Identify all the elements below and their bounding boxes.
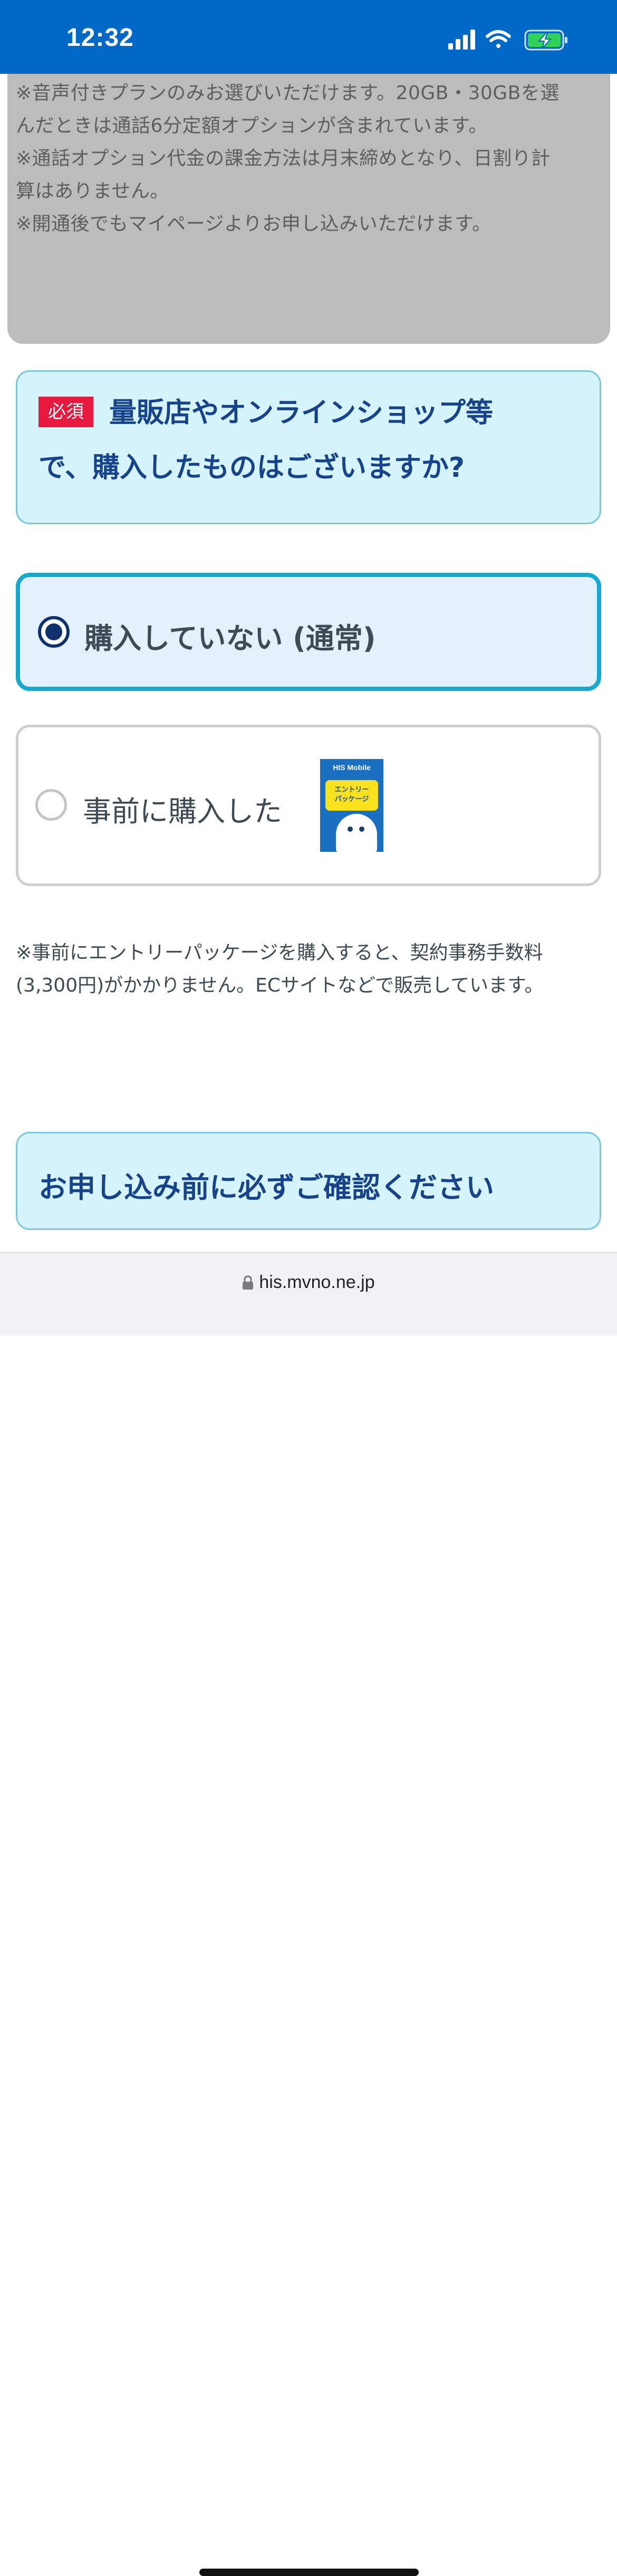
notes-line: ※開通後でもマイページよりお申し込みいただけます。 [16, 213, 491, 235]
radio-selected[interactable] [38, 616, 70, 648]
entry-package-note: ※事前にエントリーパッケージを購入すると、契約事務手数料 (3,300円)がかか… [16, 942, 544, 996]
mascot-illustration [336, 814, 377, 852]
browser-url-bar[interactable]: his.mvno.ne.jp [0, 1252, 617, 2576]
option-label: 事前に購入した [83, 795, 282, 828]
signal-icon [448, 30, 475, 50]
confirm-label: お申し込み前に必ずご確認ください [38, 1171, 494, 1204]
package-label: エントリー パッケージ [325, 780, 378, 811]
home-indicator[interactable] [199, 2569, 419, 2576]
url-display[interactable]: his.mvno.ne.jp [0, 1272, 617, 1295]
option-label: 購入していない (通常) [84, 622, 376, 655]
notes-line: ※通話オプション代金の課金方法は月末締めとなり、日割り計 [16, 148, 551, 169]
question-line-2: で、購入したものはございますか? [38, 452, 465, 484]
option-pre-purchased[interactable]: 事前に購入した HIS Mobile エントリー パッケージ [16, 725, 601, 886]
lock-icon [242, 1274, 254, 1295]
notes-line: 算はありません。 [16, 180, 169, 202]
notes-line: んだときは通話6分定額オプションが含まれています。 [16, 115, 488, 137]
radio-unselected[interactable] [35, 789, 67, 821]
package-brand: HIS Mobile [333, 763, 371, 772]
confirm-before-apply-button[interactable]: お申し込み前に必ずご確認ください [16, 1132, 601, 1230]
notes-panel: ※音声付きプランのみお選びいただけます。20GB・30GBを選 んだときは通話6… [7, 74, 610, 344]
status-time: 12:32 [66, 24, 134, 52]
required-badge: 必須 [38, 397, 93, 427]
wifi-icon [486, 30, 511, 48]
url-text: his.mvno.ne.jp [259, 1272, 375, 1292]
battery-charging-icon [524, 30, 567, 51]
question-heading: 必須 量販店やオンラインショップ等 で、購入したものはございますか? [38, 386, 581, 495]
status-icons [448, 28, 575, 52]
question-line-1: 量販店やオンラインショップ等 [109, 397, 494, 429]
notes-line: ※音声付きプランのみお選びいただけます。20GB・30GBを選 [16, 82, 560, 104]
status-bar: 12:32 [0, 0, 617, 74]
entry-package-image: HIS Mobile エントリー パッケージ [320, 759, 383, 852]
option-not-purchased[interactable]: 購入していない (通常) [16, 573, 601, 691]
question-box: 必須 量販店やオンラインショップ等 で、購入したものはございますか? [16, 370, 601, 524]
